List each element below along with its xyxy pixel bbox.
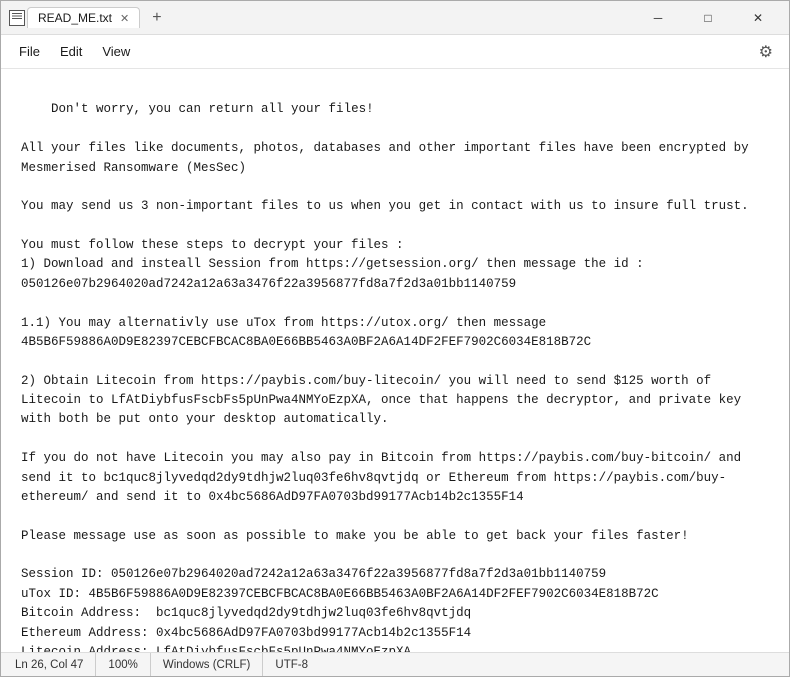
menu-bar: File Edit View ⚙ xyxy=(1,35,789,69)
zoom-level[interactable]: 100% xyxy=(96,653,150,676)
text-editor[interactable]: Don't worry, you can return all your fil… xyxy=(1,69,789,652)
file-menu[interactable]: File xyxy=(9,40,50,63)
view-menu[interactable]: View xyxy=(92,40,140,63)
tab-title: READ_ME.txt xyxy=(38,11,112,25)
app-icon xyxy=(9,10,25,26)
main-window: READ_ME.txt ✕ + ─ □ ✕ File Edit View ⚙ D… xyxy=(0,0,790,677)
tab-close-button[interactable]: ✕ xyxy=(120,12,129,25)
encoding[interactable]: UTF-8 xyxy=(263,653,320,676)
maximize-button[interactable]: □ xyxy=(685,3,731,33)
title-bar: READ_ME.txt ✕ + ─ □ ✕ xyxy=(1,1,789,35)
minimize-button[interactable]: ─ xyxy=(635,3,681,33)
editor-content: Don't worry, you can return all your fil… xyxy=(21,102,749,652)
cursor-position: Ln 26, Col 47 xyxy=(11,653,96,676)
new-tab-button[interactable]: + xyxy=(146,9,167,27)
close-button[interactable]: ✕ xyxy=(735,3,781,33)
edit-menu[interactable]: Edit xyxy=(50,40,92,63)
line-ending[interactable]: Windows (CRLF) xyxy=(151,653,264,676)
active-tab[interactable]: READ_ME.txt ✕ xyxy=(27,7,140,28)
settings-icon[interactable]: ⚙ xyxy=(751,38,781,66)
window-controls: ─ □ ✕ xyxy=(635,3,781,33)
status-bar: Ln 26, Col 47 100% Windows (CRLF) UTF-8 xyxy=(1,652,789,676)
